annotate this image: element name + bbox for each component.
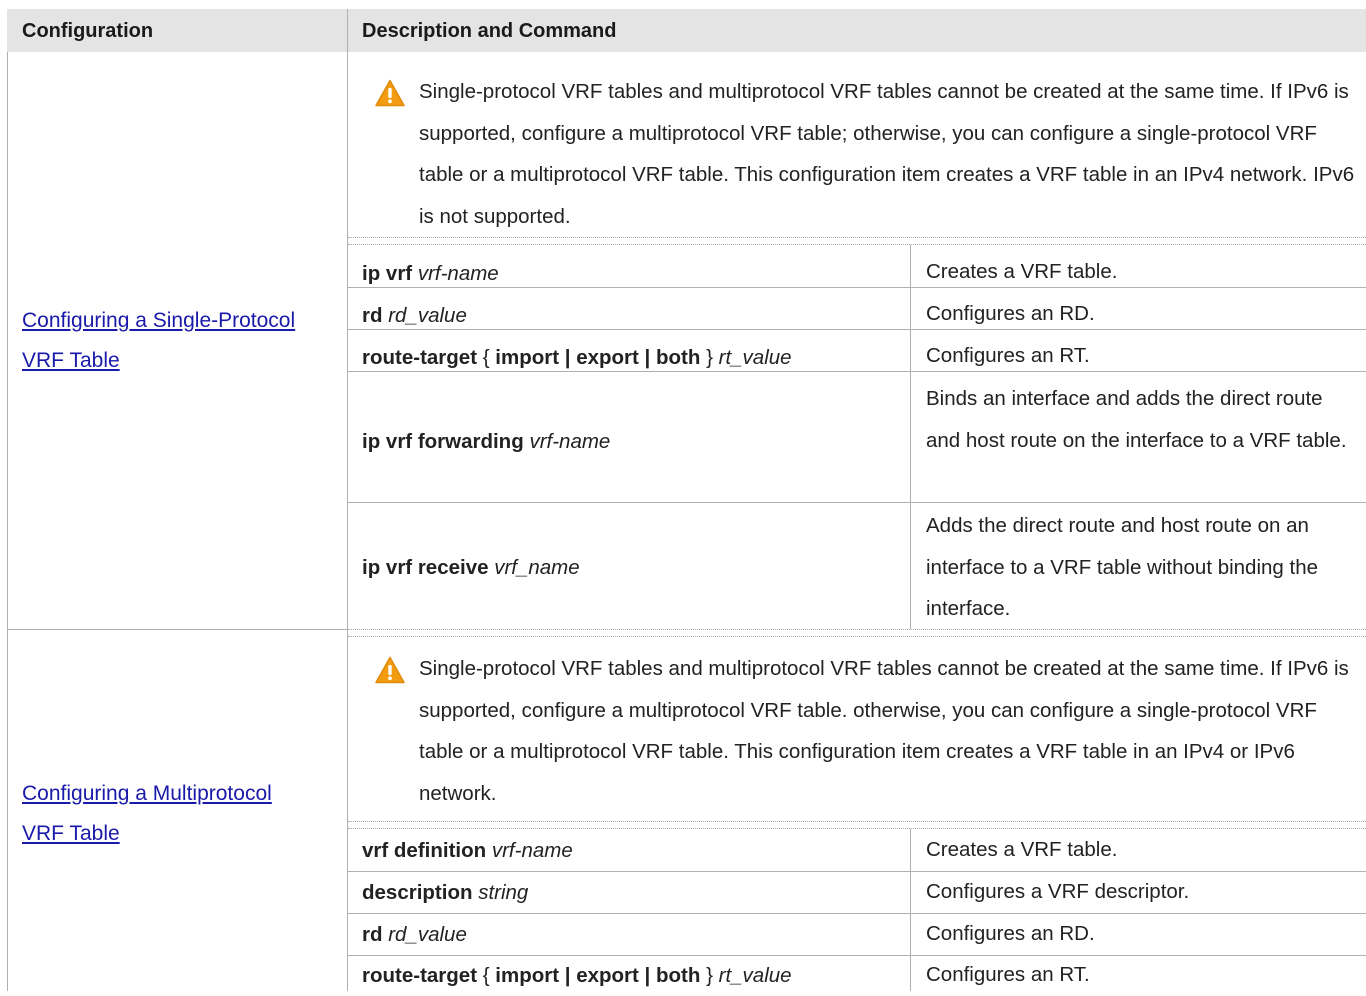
note-divider bbox=[348, 821, 1366, 822]
note-divider bbox=[348, 237, 1366, 238]
command-text: route-target { import | export | both } … bbox=[362, 346, 792, 370]
command-argument: rt_value bbox=[718, 964, 792, 987]
command-text: ip vrf vrf-name bbox=[362, 262, 499, 286]
header-description-command: Description and Command bbox=[362, 20, 617, 42]
command-text: ip vrf forwarding vrf-name bbox=[362, 430, 610, 454]
command-separator: { bbox=[477, 346, 496, 369]
command-keyword: vrf definition bbox=[362, 839, 487, 862]
command-separator: } bbox=[700, 964, 719, 987]
column-divider bbox=[347, 9, 348, 991]
command-argument: vrf-name bbox=[417, 262, 499, 285]
cmd-desc-divider-1 bbox=[910, 245, 911, 629]
link-line: Configuring a Single-Protocol bbox=[22, 309, 296, 332]
command-keyword: ip vrf forwarding bbox=[362, 430, 524, 453]
link-line: VRF Table bbox=[22, 822, 120, 845]
command-text: vrf definition vrf-name bbox=[362, 839, 573, 863]
warning-triangle-icon bbox=[375, 656, 405, 684]
command-argument: vrf-name bbox=[491, 839, 573, 862]
command-keyword: ip vrf bbox=[362, 262, 413, 285]
command-description: Configures an RT. bbox=[926, 963, 1090, 986]
left-border bbox=[7, 52, 8, 991]
command-description: Configures an RD. bbox=[926, 922, 1095, 945]
command-description: Creates a VRF table. bbox=[926, 260, 1118, 283]
command-keyword: rd bbox=[362, 304, 383, 327]
command-text: ip vrf receive vrf_name bbox=[362, 556, 580, 580]
command-description: Creates a VRF table. bbox=[926, 838, 1118, 861]
link-multiprotocol-vrf[interactable]: Configuring a Multiprotocol VRF Table bbox=[22, 774, 272, 854]
section-divider-dotted bbox=[348, 636, 1366, 637]
command-separator: } bbox=[700, 346, 719, 369]
command-keyword: ip vrf receive bbox=[362, 556, 489, 579]
note-text: Single-protocol VRF tables and multiprot… bbox=[419, 657, 1349, 805]
command-description: Configures an RT. bbox=[926, 344, 1090, 367]
command-argument: rd_value bbox=[388, 923, 467, 946]
command-description: Binds an interface and adds the direct r… bbox=[926, 387, 1347, 452]
row-divider bbox=[348, 502, 1366, 503]
command-keyword: import | export | both bbox=[495, 964, 701, 987]
note-divider bbox=[348, 244, 1366, 245]
command-description: Adds the direct route and host route on … bbox=[926, 514, 1319, 620]
command-text: description string bbox=[362, 881, 528, 905]
table-header bbox=[7, 9, 1366, 52]
command-description: Configures a VRF descriptor. bbox=[926, 880, 1190, 903]
command-text: route-target { import | export | both } … bbox=[362, 964, 792, 988]
command-text: rd rd_value bbox=[362, 923, 467, 947]
command-separator: { bbox=[477, 964, 496, 987]
warning-triangle-icon bbox=[375, 79, 405, 107]
command-keyword: description bbox=[362, 881, 473, 904]
link-line: VRF Table bbox=[22, 349, 120, 372]
note-text: Single-protocol VRF tables and multiprot… bbox=[419, 80, 1355, 228]
command-argument: vrf_name bbox=[494, 556, 580, 579]
command-keyword: import | export | both bbox=[495, 346, 701, 369]
link-line: Configuring a Multiprotocol bbox=[22, 782, 272, 805]
command-description: Configures an RD. bbox=[926, 302, 1095, 325]
link-single-protocol-vrf[interactable]: Configuring a Single-Protocol VRF Table bbox=[22, 301, 295, 381]
command-keyword: route-target bbox=[362, 346, 478, 369]
cmd-desc-divider-2 bbox=[910, 829, 911, 991]
command-argument: rd_value bbox=[388, 304, 467, 327]
command-keyword: route-target bbox=[362, 964, 478, 987]
command-keyword: rd bbox=[362, 923, 383, 946]
command-argument: vrf-name bbox=[529, 430, 611, 453]
command-argument: rt_value bbox=[718, 346, 792, 369]
command-text: rd rd_value bbox=[362, 304, 467, 328]
config-table: Configuration Description and Command Co… bbox=[0, 0, 1366, 991]
header-configuration: Configuration bbox=[22, 20, 154, 42]
command-argument: string bbox=[478, 881, 529, 904]
section-divider bbox=[7, 629, 348, 630]
